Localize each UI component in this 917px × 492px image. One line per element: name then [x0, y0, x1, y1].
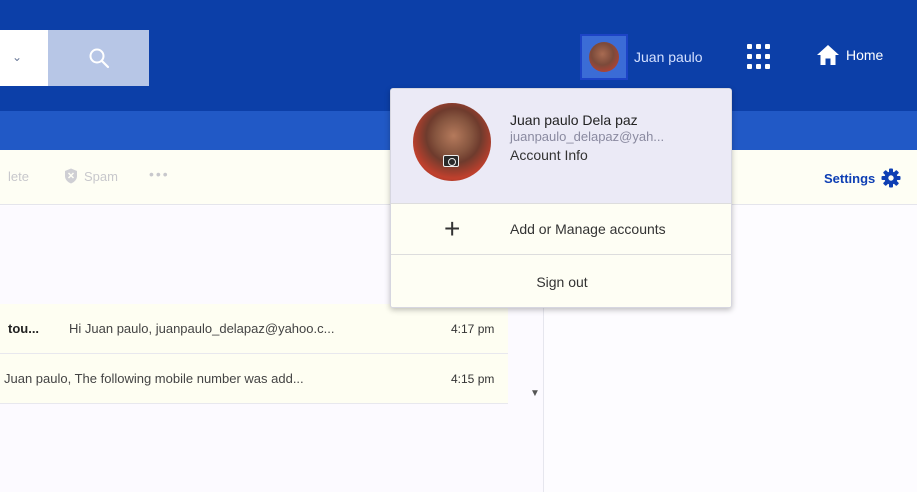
avatar[interactable]: [413, 103, 491, 181]
profile-avatar-button[interactable]: [580, 34, 628, 80]
avatar: [589, 42, 619, 72]
home-label: Home: [846, 47, 884, 63]
account-header: Juan paulo Dela paz juanpaulo_delapaz@ya…: [391, 89, 731, 203]
gear-icon: [881, 168, 901, 188]
more-actions-button[interactable]: •••: [149, 166, 170, 182]
message-snippet: Juan paulo, The following mobile number …: [4, 371, 304, 386]
account-email: juanpaulo_delapaz@yah...: [510, 129, 665, 144]
search-icon: [89, 48, 109, 69]
plus-icon: +: [444, 213, 461, 244]
delete-button[interactable]: lete: [8, 169, 29, 184]
spam-label: Spam: [84, 168, 118, 184]
message-time: 4:15 pm: [451, 372, 495, 386]
message-time: 4:17 pm: [451, 322, 495, 336]
spam-button[interactable]: Spam: [64, 168, 118, 184]
mail-page: ⌄ Juan paulo Home lete Spam ••• Settings…: [0, 0, 917, 492]
account-full-name: Juan paulo Dela paz: [510, 112, 638, 128]
home-link[interactable]: Home: [816, 44, 883, 66]
settings-label: Settings: [824, 170, 876, 186]
message-snippet: Hi Juan paulo, juanpaulo_delapaz@yahoo.c…: [69, 321, 335, 336]
account-menu: Juan paulo Dela paz juanpaulo_delapaz@ya…: [390, 88, 732, 308]
message-sender: tou...: [8, 321, 40, 336]
search-button[interactable]: [48, 30, 149, 86]
profile-name-link[interactable]: Juan paulo: [634, 49, 703, 65]
scroll-down-arrow[interactable]: ▼: [530, 388, 540, 399]
sign-out-button[interactable]: Sign out: [391, 255, 731, 307]
list-item[interactable]: tou... Hi Juan paulo, juanpaulo_delapaz@…: [0, 304, 508, 354]
search-scope-dropdown[interactable]: ⌄: [0, 30, 48, 86]
shield-icon: [65, 168, 77, 184]
list-item[interactable]: Juan paulo, The following mobile number …: [0, 354, 508, 404]
chevron-down-icon: ⌄: [12, 50, 23, 64]
add-manage-accounts-button[interactable]: + Add or Manage accounts: [391, 203, 731, 255]
apps-grid-icon[interactable]: [747, 44, 773, 70]
account-info-link[interactable]: Account Info: [510, 147, 588, 163]
camera-icon[interactable]: [443, 155, 459, 167]
settings-button[interactable]: Settings: [824, 168, 901, 188]
add-manage-accounts-label: Add or Manage accounts: [510, 221, 666, 237]
home-icon: [817, 45, 839, 65]
